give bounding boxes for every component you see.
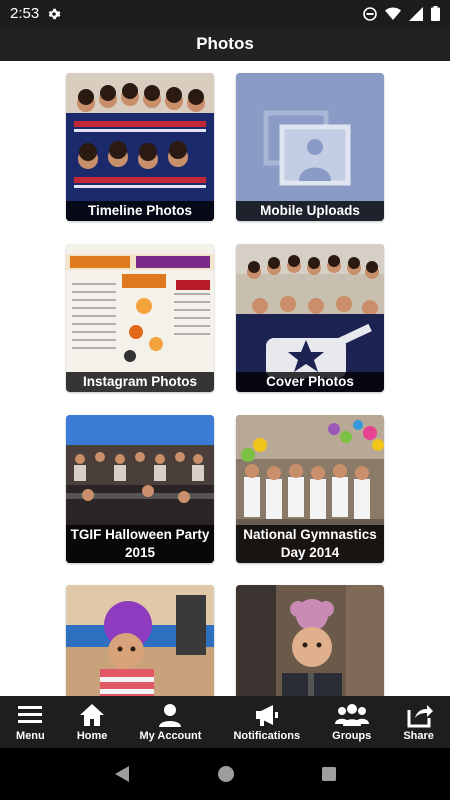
share-icon bbox=[407, 705, 433, 728]
album-tile-national-gymnastics-day-2014[interactable]: National Gymnastics Day 2014 bbox=[236, 415, 384, 563]
nav-label: Groups bbox=[332, 730, 372, 742]
nav-label: Share bbox=[403, 730, 434, 742]
home-icon bbox=[80, 704, 105, 726]
wifi-icon bbox=[385, 7, 401, 20]
settings-gear-icon bbox=[48, 8, 61, 19]
nav-notifications[interactable]: Notifications bbox=[233, 702, 300, 742]
page-title: Photos bbox=[196, 34, 254, 53]
status-bar: 2:53 bbox=[0, 0, 450, 27]
menu-icon bbox=[18, 706, 43, 723]
user-icon bbox=[159, 704, 182, 727]
do-not-disturb-icon bbox=[363, 6, 377, 21]
nav-label: Notifications bbox=[233, 730, 301, 742]
status-time: 2:53 bbox=[10, 5, 40, 22]
signal-icon bbox=[409, 6, 423, 21]
nav-label: Menu bbox=[16, 730, 45, 742]
album-tile-instagram-photos[interactable]: Instagram Photos bbox=[66, 244, 214, 392]
album-title: TGIF Halloween Party 2015 bbox=[66, 525, 214, 563]
album-tile-mobile-uploads[interactable]: Mobile Uploads bbox=[236, 73, 384, 221]
nav-label: Home bbox=[76, 730, 108, 742]
back-icon[interactable] bbox=[113, 765, 131, 783]
bottom-navigation: Menu Home My Account Notifications Group… bbox=[0, 696, 450, 748]
system-navigation-bar bbox=[0, 748, 450, 800]
home-circle-icon[interactable] bbox=[217, 765, 235, 783]
app-header: Photos bbox=[0, 27, 450, 61]
album-cover-image bbox=[66, 585, 214, 696]
nav-share[interactable]: Share bbox=[403, 702, 434, 742]
nav-label: My Account bbox=[139, 730, 202, 742]
album-title: Instagram Photos bbox=[66, 372, 214, 392]
recents-icon[interactable] bbox=[321, 766, 337, 782]
album-tile-tgif-halloween-party-2015[interactable]: TGIF Halloween Party 2015 bbox=[66, 415, 214, 563]
megaphone-icon bbox=[255, 705, 278, 726]
groups-icon bbox=[334, 704, 369, 726]
nav-groups[interactable]: Groups bbox=[332, 702, 371, 742]
album-title: Mobile Uploads bbox=[236, 201, 384, 221]
album-title: Cover Photos bbox=[236, 372, 384, 392]
nav-home[interactable]: Home bbox=[76, 702, 108, 742]
album-cover-image bbox=[236, 244, 384, 392]
album-title: National Gymnastics Day 2014 bbox=[236, 525, 384, 563]
album-cover-image bbox=[66, 73, 214, 221]
nav-menu[interactable]: Menu bbox=[16, 702, 45, 742]
album-tile-cover-photos[interactable]: Cover Photos bbox=[236, 244, 384, 392]
album-tile-8[interactable] bbox=[236, 585, 384, 696]
album-title: Timeline Photos bbox=[66, 201, 214, 221]
album-cover-image bbox=[236, 585, 384, 696]
album-cover-image bbox=[66, 244, 214, 392]
nav-my-account[interactable]: My Account bbox=[139, 702, 201, 742]
album-tile-7[interactable] bbox=[66, 585, 214, 696]
album-tile-timeline-photos[interactable]: Timeline Photos bbox=[66, 73, 214, 221]
placeholder-photo-icon bbox=[236, 73, 384, 221]
photo-albums-grid[interactable]: Timeline Photos Mobile Uploads Instagram… bbox=[0, 61, 450, 696]
battery-icon bbox=[431, 6, 440, 21]
